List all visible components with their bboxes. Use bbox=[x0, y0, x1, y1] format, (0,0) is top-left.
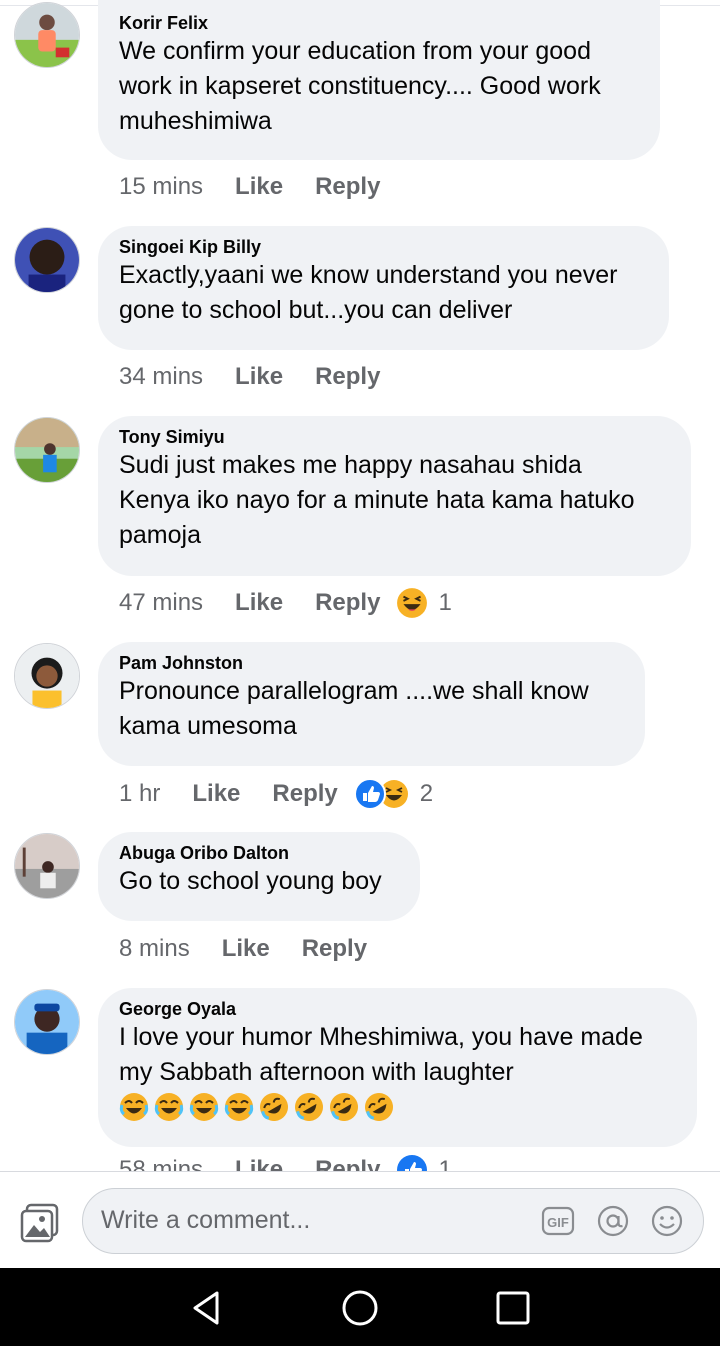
comment-emoji-row bbox=[119, 1092, 675, 1122]
reply-button[interactable]: Reply bbox=[315, 363, 380, 391]
gif-label: GIF bbox=[547, 1215, 569, 1230]
comment-bubble[interactable]: Tony Simiyu Sudi just makes me happy nas… bbox=[98, 416, 691, 576]
avatar[interactable] bbox=[14, 417, 80, 483]
like-button[interactable]: Like bbox=[192, 780, 240, 808]
joy-emoji-icon bbox=[119, 1093, 149, 1121]
reactions-icon bbox=[353, 778, 408, 810]
comment-time[interactable]: 34 mins bbox=[119, 363, 203, 391]
avatar[interactable] bbox=[14, 2, 80, 68]
avatar-photo-icon bbox=[15, 3, 79, 67]
comment-author[interactable]: Pam Johnston bbox=[119, 652, 623, 674]
haha-reaction-icon bbox=[397, 588, 428, 618]
back-icon[interactable] bbox=[187, 1288, 227, 1328]
comment-bubble[interactable]: Singoei Kip Billy Exactly,yaani we know … bbox=[98, 226, 669, 350]
comment-text: I love your humor Mheshimiwa, you have m… bbox=[119, 1023, 643, 1086]
reaction-summary[interactable]: 1 bbox=[396, 587, 452, 619]
rofl-emoji-icon bbox=[365, 1093, 393, 1121]
comment-text: Go to school young boy bbox=[119, 867, 382, 895]
comment-bubble[interactable]: Abuga Oribo Dalton Go to school young bo… bbox=[98, 832, 420, 921]
avatar-photo-icon bbox=[15, 644, 79, 708]
comment-text: Pronounce parallelogram ....we shall kno… bbox=[119, 677, 589, 740]
comment-author[interactable]: Korir Felix bbox=[119, 12, 638, 34]
comment-actions: 8 mins Like Reply bbox=[119, 932, 383, 966]
comment-time[interactable]: 15 mins bbox=[119, 173, 203, 201]
reply-button[interactable]: Reply bbox=[315, 589, 380, 617]
avatar-photo-icon bbox=[15, 418, 79, 482]
rofl-emoji-icon bbox=[295, 1093, 323, 1121]
avatar-photo-icon bbox=[15, 834, 79, 898]
like-reaction-icon bbox=[353, 778, 386, 810]
comment-text: Exactly,yaani we know understand you nev… bbox=[119, 261, 618, 324]
comment-input[interactable] bbox=[101, 1189, 521, 1252]
home-icon[interactable] bbox=[340, 1288, 380, 1328]
mention-icon[interactable] bbox=[596, 1204, 630, 1238]
reply-button[interactable]: Reply bbox=[315, 173, 380, 201]
avatar[interactable] bbox=[14, 643, 80, 709]
like-button[interactable]: Like bbox=[222, 935, 270, 963]
comment-author[interactable]: Tony Simiyu bbox=[119, 426, 669, 448]
comment-bubble[interactable]: Korir Felix We confirm your education fr… bbox=[98, 0, 660, 160]
joy-emoji-icon bbox=[154, 1093, 184, 1121]
photo-gallery-icon[interactable] bbox=[18, 1201, 62, 1245]
reply-button[interactable]: Reply bbox=[302, 935, 367, 963]
comment-author[interactable]: Abuga Oribo Dalton bbox=[119, 842, 398, 864]
like-button[interactable]: Like bbox=[235, 589, 283, 617]
comment-time[interactable]: 8 mins bbox=[119, 935, 190, 963]
avatar[interactable] bbox=[14, 989, 80, 1055]
comment-bubble[interactable]: Pam Johnston Pronounce parallelogram ...… bbox=[98, 642, 645, 766]
rofl-emoji-icon bbox=[260, 1093, 288, 1121]
gif-icon[interactable]: GIF bbox=[541, 1204, 575, 1238]
avatar-photo-icon bbox=[15, 228, 79, 292]
comment-text: Sudi just makes me happy nasahau shida K… bbox=[119, 451, 635, 549]
rofl-emoji-icon bbox=[330, 1093, 358, 1121]
comment-actions: 1 hr Like Reply 2 bbox=[119, 777, 433, 811]
like-button[interactable]: Like bbox=[235, 363, 283, 391]
joy-emoji-icon bbox=[189, 1093, 219, 1121]
like-button[interactable]: Like bbox=[235, 173, 283, 201]
comment-text: We confirm your education from your good… bbox=[119, 37, 601, 135]
comment-author[interactable]: Singoei Kip Billy bbox=[119, 236, 647, 258]
reaction-count: 2 bbox=[419, 780, 434, 807]
reaction-count: 1 bbox=[438, 589, 452, 616]
reply-button[interactable]: Reply bbox=[272, 780, 337, 808]
comment-time[interactable]: 47 mins bbox=[119, 589, 203, 617]
comment-composer[interactable]: GIF bbox=[82, 1188, 704, 1254]
comment-author[interactable]: George Oyala bbox=[119, 998, 675, 1020]
avatar[interactable] bbox=[14, 227, 80, 293]
avatar-photo-icon bbox=[15, 990, 79, 1054]
comment-time[interactable]: 1 hr bbox=[119, 780, 160, 808]
comment-composer-bar: GIF bbox=[0, 1171, 720, 1268]
recents-icon[interactable] bbox=[493, 1288, 533, 1328]
comment-actions: 47 mins Like Reply 1 bbox=[119, 586, 452, 620]
joy-emoji-icon bbox=[224, 1093, 254, 1121]
avatar[interactable] bbox=[14, 833, 80, 899]
comment-actions: 15 mins Like Reply bbox=[119, 170, 396, 204]
comment-bubble[interactable]: George Oyala I love your humor Mheshimiw… bbox=[98, 988, 697, 1147]
emoji-icon[interactable] bbox=[650, 1204, 684, 1238]
system-navigation-bar bbox=[0, 1268, 720, 1346]
comment-actions: 34 mins Like Reply bbox=[119, 360, 396, 394]
reaction-summary[interactable]: 2 bbox=[353, 778, 434, 810]
